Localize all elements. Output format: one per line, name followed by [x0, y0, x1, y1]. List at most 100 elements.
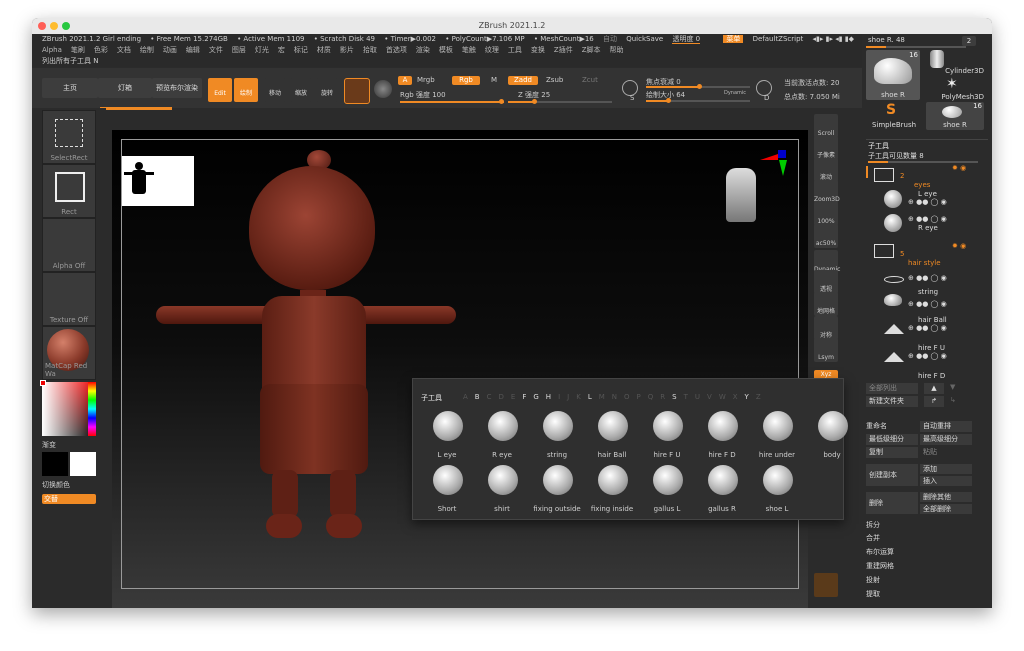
view-tool-button[interactable]: Zoom3D: [814, 180, 840, 204]
delete-other-button[interactable]: 删除其他: [920, 492, 972, 502]
subtool-thumbnail[interactable]: [433, 411, 463, 441]
subtool-thumbnail[interactable]: [708, 465, 738, 495]
subtool-thumbnail[interactable]: [433, 465, 463, 495]
lightbox-button[interactable]: 灯箱: [98, 78, 152, 98]
rename-button[interactable]: 重命名: [866, 421, 918, 432]
subtool-label[interactable]: shoe L: [749, 505, 805, 513]
view-tool-button[interactable]: 对称: [814, 316, 838, 340]
zoom-icon[interactable]: [62, 22, 70, 30]
letter-filter[interactable]: I: [558, 393, 560, 401]
a-button[interactable]: A: [398, 76, 412, 85]
canvas[interactable]: [112, 130, 808, 608]
lowest-res-button[interactable]: 最低级细分: [866, 434, 918, 445]
letter-filter[interactable]: M: [599, 393, 605, 401]
hue-slider[interactable]: [88, 382, 96, 436]
subtool-label[interactable]: fixing inside: [584, 505, 640, 513]
menu-item[interactable]: 绘制: [140, 46, 154, 54]
subtool-label[interactable]: hair Ball: [584, 451, 640, 459]
letter-filter[interactable]: J: [567, 393, 569, 401]
letter-filter[interactable]: K: [576, 393, 581, 401]
matcap-slot[interactable]: MatCap Red Wa: [42, 326, 96, 380]
menu-item[interactable]: 首选项: [386, 46, 407, 54]
subtool-thumbnail[interactable]: [598, 465, 628, 495]
view-tool-button[interactable]: 滚动: [814, 158, 838, 182]
zadd-button[interactable]: Zadd: [508, 76, 538, 85]
subtool-toggles[interactable]: ⊕ ●● ◯ ◉: [908, 215, 947, 223]
menu-item[interactable]: 纹理: [485, 46, 499, 54]
letter-filter[interactable]: S: [672, 393, 676, 401]
view-tool-button[interactable]: 子像素: [814, 136, 838, 160]
subtool-hair-ball[interactable]: hair Ball: [918, 316, 947, 324]
subtool-thumb-hire-fu[interactable]: [884, 324, 904, 334]
subtool-hire-fu[interactable]: hire F U: [918, 344, 945, 352]
menu-item[interactable]: 宏: [278, 46, 285, 54]
quicksave-button[interactable]: QuickSave: [626, 35, 663, 43]
subtool-label[interactable]: string: [529, 451, 585, 459]
dynamic-label[interactable]: Dynamic: [724, 90, 746, 96]
default-zscript[interactable]: DefaultZScript: [753, 35, 804, 43]
selectrect-tool[interactable]: SelectRect: [42, 110, 96, 164]
view-tool-button[interactable]: 地网格: [814, 292, 838, 316]
letter-filter[interactable]: H: [546, 393, 551, 401]
draw-button[interactable]: 绘制: [234, 78, 258, 102]
letter-filter[interactable]: P: [637, 393, 641, 401]
subtool-thumb-hair-ball[interactable]: [884, 294, 902, 306]
subtool-thumbnail[interactable]: [598, 411, 628, 441]
subtool-toggles[interactable]: ⊕ ●● ◯ ◉: [908, 324, 947, 332]
subtool-l-eye[interactable]: L eye: [918, 190, 937, 198]
move-up-icon[interactable]: ▲: [924, 383, 944, 394]
subtool-toggles[interactable]: ⊕ ●● ◯ ◉: [908, 274, 947, 282]
mrgb-button[interactable]: Mrgb: [417, 76, 435, 84]
switch-color-button[interactable]: 切换颜色: [42, 480, 70, 490]
view-tool-button[interactable]: Scroll: [814, 114, 838, 138]
boolean-button[interactable]: 布尔运算: [866, 547, 988, 558]
letter-filter[interactable]: L: [588, 393, 592, 401]
secondary-color-swatch[interactable]: [70, 452, 96, 476]
subtool-label[interactable]: R eye: [474, 451, 530, 459]
rotate-button[interactable]: 旋转: [316, 78, 338, 102]
subtool-thumbnail[interactable]: [708, 411, 738, 441]
menu-item[interactable]: 渲染: [416, 46, 430, 54]
layout-icons[interactable]: ◂▮▸ ▮▸ ◂▮ ▮◆: [813, 35, 855, 43]
arrow-icon[interactable]: ↱: [924, 396, 944, 407]
menu-item[interactable]: 标记: [294, 46, 308, 54]
subtool-thumb-string[interactable]: [884, 276, 904, 283]
focal-shift-slider[interactable]: [646, 84, 750, 89]
menu-item[interactable]: 图层: [232, 46, 246, 54]
split-button[interactable]: 拆分: [866, 520, 988, 531]
edit-button[interactable]: Edit: [208, 78, 232, 102]
letter-filter[interactable]: X: [733, 393, 738, 401]
subtool-thumbnail[interactable]: [818, 411, 848, 441]
letter-filter[interactable]: Q: [648, 393, 654, 401]
move-button[interactable]: 移动: [264, 78, 286, 102]
scale-button[interactable]: 缩放: [290, 78, 312, 102]
paste-button[interactable]: 粘贴: [920, 447, 972, 458]
subtool-label[interactable]: gallus L: [639, 505, 695, 513]
tool-thumb-shoe-r-small[interactable]: 16 shoe R: [926, 102, 984, 130]
menu-item[interactable]: 编辑: [186, 46, 200, 54]
main-color-swatch[interactable]: [42, 452, 68, 476]
m-button[interactable]: M: [491, 76, 497, 84]
menu-item[interactable]: 拾取: [363, 46, 377, 54]
folder-name-eyes[interactable]: eyes: [914, 181, 930, 189]
view-tool-button[interactable]: 100%: [814, 202, 838, 226]
new-folder-button[interactable]: 新建文件夹: [866, 396, 918, 407]
menu-item[interactable]: 工具: [508, 46, 522, 54]
append-button[interactable]: 添加: [920, 464, 972, 474]
delete-all-button[interactable]: 全部删除: [920, 504, 972, 514]
menu-item[interactable]: 色彩: [94, 46, 108, 54]
project-button[interactable]: 投射: [866, 575, 988, 586]
close-icon[interactable]: [38, 22, 46, 30]
letter-filter[interactable]: N: [612, 393, 617, 401]
menu-item[interactable]: 笔触: [462, 46, 476, 54]
texture-off-slot[interactable]: Texture Off: [42, 272, 96, 326]
solo-button[interactable]: [814, 573, 838, 597]
rect-tool[interactable]: Rect: [42, 164, 96, 218]
letter-filter[interactable]: F: [522, 393, 526, 401]
menu-item[interactable]: 动画: [163, 46, 177, 54]
letter-filter[interactable]: O: [624, 393, 630, 401]
subtool-toggles[interactable]: ⊕ ●● ◯ ◉: [908, 352, 947, 360]
letter-filter[interactable]: G: [533, 393, 538, 401]
subtool-label[interactable]: Short: [419, 505, 475, 513]
menu-item[interactable]: 变换: [531, 46, 545, 54]
